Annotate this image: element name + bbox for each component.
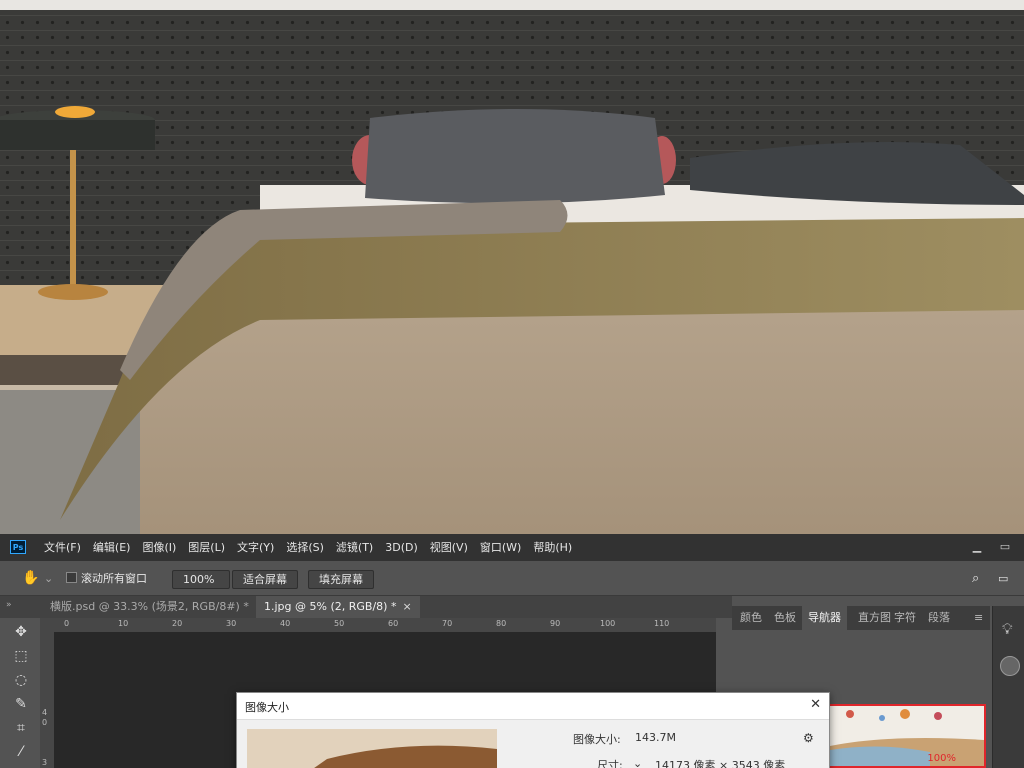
- dialog-title: 图像大小: [245, 701, 289, 714]
- dialog-preview-image: [247, 729, 497, 768]
- ruler-label: 70: [442, 619, 453, 628]
- photoshop-logo-icon: Ps: [10, 540, 26, 554]
- options-bar: ✋ ⌄ 滚动所有窗口 100% 适合屏幕 填充屏幕 ⌕ ▭: [0, 561, 1024, 596]
- ruler-label: 60: [388, 619, 399, 628]
- ruler-label: 90: [550, 619, 561, 628]
- eyedropper-tool-icon[interactable]: ⁄: [10, 742, 32, 762]
- ruler-vertical: 4 0 3: [40, 618, 55, 768]
- gear-icon[interactable]: ⚙: [803, 731, 814, 745]
- doc-tab-psd[interactable]: 横版.psd @ 33.3% (场景2, RGB/8#) *×: [42, 596, 272, 618]
- bedroom-photo: [0, 0, 1024, 534]
- navigator-zoom-label: 100%: [927, 753, 956, 764]
- menu-type[interactable]: 文字(Y): [231, 534, 280, 561]
- close-icon[interactable]: ×: [402, 600, 411, 613]
- document-tab-strip: » 横版.psd @ 33.3% (场景2, RGB/8#) *× 1.jpg …: [0, 596, 732, 618]
- panel-tab-swatches[interactable]: 色板: [768, 606, 802, 630]
- close-icon[interactable]: ✕: [810, 697, 821, 712]
- navigator-thumbnail[interactable]: 100%: [828, 704, 986, 768]
- ruler-label: 80: [496, 619, 507, 628]
- menu-filter[interactable]: 滤镜(T): [330, 534, 379, 561]
- menu-layer[interactable]: 图层(L): [182, 534, 231, 561]
- panel-tab-character[interactable]: 字符: [888, 606, 922, 630]
- workspace-icon[interactable]: ▭: [998, 570, 1008, 587]
- doc-tab-label: 横版.psd @ 33.3% (场景2, RGB/8#) *: [50, 600, 249, 613]
- image-size-label: 图像大小:: [573, 733, 621, 746]
- scroll-all-windows-label: 滚动所有窗口: [81, 572, 147, 585]
- ruler-horizontal: 0 10 20 30 40 50 60 70 80 90 100 110: [54, 618, 716, 633]
- crop-tool-icon[interactable]: ⌗: [10, 718, 32, 738]
- scroll-all-windows-checkbox[interactable]: 滚动所有窗口: [66, 570, 147, 587]
- fit-screen-button[interactable]: 适合屏幕: [232, 570, 298, 589]
- panel-tab-navigator[interactable]: 导航器: [802, 606, 847, 630]
- ruler-label: 110: [654, 619, 670, 628]
- fill-screen-button[interactable]: 填充屏幕: [308, 570, 374, 589]
- panel-tab-strip: 颜色 色板 导航器 直方图 字符 段落 ≡: [732, 606, 990, 630]
- maximize-button[interactable]: ▭: [994, 538, 1016, 556]
- chevron-down-icon[interactable]: ⌄: [44, 570, 53, 587]
- lasso-tool-icon[interactable]: ◌: [10, 670, 32, 690]
- image-size-dialog: 图像大小 ✕ 图像大小: 143.7M ⚙ 尺寸: ⌄ 14173 像素 × 3…: [236, 692, 830, 768]
- menu-image[interactable]: 图像(I): [136, 534, 182, 561]
- photoshop-window: Ps 文件(F) 编辑(E) 图像(I) 图层(L) 文字(Y) 选择(S) 滤…: [0, 534, 1024, 768]
- menu-3d[interactable]: 3D(D): [379, 534, 424, 561]
- doc-tab-label: 1.jpg @ 5% (2, RGB/8) *: [264, 600, 397, 613]
- navigator-preview-image: [830, 706, 984, 766]
- menu-window[interactable]: 窗口(W): [474, 534, 527, 561]
- side-dock: 💡︎: [992, 606, 1024, 768]
- quick-select-tool-icon[interactable]: ✎: [10, 694, 32, 714]
- lightbulb-icon[interactable]: 💡︎: [1002, 620, 1013, 638]
- checkbox-box[interactable]: [66, 572, 77, 583]
- menu-file[interactable]: 文件(F): [38, 534, 87, 561]
- dimensions-label: 尺寸:: [597, 759, 623, 768]
- collapse-icon[interactable]: »: [6, 600, 12, 610]
- menu-bar: Ps 文件(F) 编辑(E) 图像(I) 图层(L) 文字(Y) 选择(S) 滤…: [0, 534, 1024, 561]
- zoom-value-field[interactable]: 100%: [172, 570, 230, 589]
- ruler-label: 30: [226, 619, 237, 628]
- ruler-label: 100: [600, 619, 616, 628]
- menu-view[interactable]: 视图(V): [424, 534, 474, 561]
- hand-icon[interactable]: ✋: [22, 570, 39, 587]
- tools-panel: ✥ ⬚ ◌ ✎ ⌗ ⁄: [0, 618, 41, 768]
- search-icon[interactable]: ⌕: [972, 570, 979, 587]
- ruler-label: 0: [64, 619, 70, 628]
- marquee-tool-icon[interactable]: ⬚: [10, 646, 32, 666]
- creative-cloud-icon[interactable]: [1000, 656, 1020, 676]
- bedroom-illustration: [0, 0, 1024, 534]
- ruler-label: 40: [280, 619, 291, 628]
- panel-tab-paragraph[interactable]: 段落: [922, 606, 956, 630]
- ruler-label: 20: [172, 619, 183, 628]
- menu-edit[interactable]: 编辑(E): [87, 534, 137, 561]
- dialog-title-bar: 图像大小 ✕: [237, 693, 829, 720]
- ruler-label: 10: [118, 619, 129, 628]
- menu-select[interactable]: 选择(S): [280, 534, 330, 561]
- dimensions-unit-dropdown[interactable]: ⌄: [633, 757, 642, 768]
- minimize-button[interactable]: ▁: [966, 538, 988, 556]
- ruler-label: 3: [42, 758, 48, 767]
- ruler-label: 50: [334, 619, 345, 628]
- doc-tab-jpg[interactable]: 1.jpg @ 5% (2, RGB/8) * ×: [256, 596, 420, 618]
- ruler-label: 0: [42, 718, 48, 727]
- ruler-label: 4: [42, 708, 48, 717]
- panel-menu-icon[interactable]: ≡: [968, 606, 989, 630]
- image-size-value: 143.7M: [635, 731, 676, 744]
- menu-help[interactable]: 帮助(H): [527, 534, 578, 561]
- dimensions-value: 14173 像素 × 3543 像素: [655, 759, 786, 768]
- move-tool-icon[interactable]: ✥: [10, 622, 32, 642]
- panel-tab-color[interactable]: 颜色: [734, 606, 768, 630]
- panel-tab-histogram[interactable]: 直方图: [852, 606, 892, 630]
